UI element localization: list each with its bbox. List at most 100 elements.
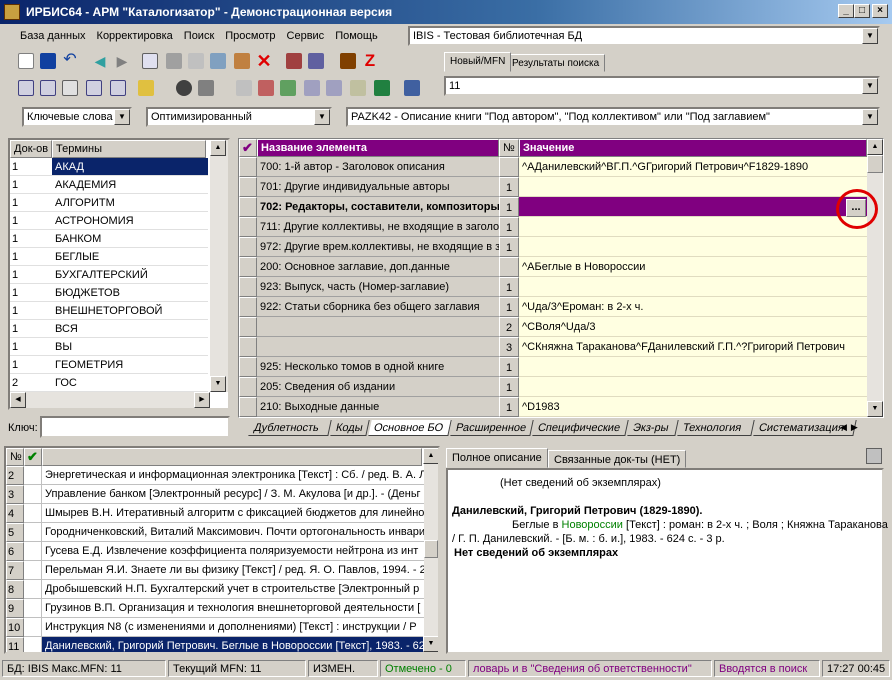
optimization-select[interactable]: Оптимизированный ▼ xyxy=(146,107,332,127)
collapse-arrows[interactable]: ◀▶ xyxy=(840,422,886,436)
scroll-up-icon[interactable]: ▲ xyxy=(867,139,883,155)
tab-editor-1[interactable]: Коды xyxy=(330,420,370,436)
report-icon[interactable] xyxy=(280,80,296,96)
tab-editor-5[interactable]: Экз-ры xyxy=(627,420,679,436)
scroll-thumb[interactable] xyxy=(424,540,438,558)
new-record-icon[interactable] xyxy=(18,53,34,69)
scroll-right-icon[interactable]: ▶ xyxy=(194,392,210,408)
result-checkbox[interactable] xyxy=(24,580,42,599)
dict-col-docs[interactable]: Док-ов xyxy=(10,140,52,158)
result-checkbox[interactable] xyxy=(24,599,42,618)
result-checkbox[interactable] xyxy=(24,618,42,637)
import-icon[interactable] xyxy=(286,53,302,69)
tab-editor-0[interactable]: Дублетность xyxy=(248,420,332,436)
save-icon[interactable] xyxy=(40,53,56,69)
field-value[interactable]: ^Uда/3^Eроман: в 2-х ч. xyxy=(519,297,867,317)
field-value[interactable] xyxy=(519,177,867,197)
database-select[interactable]: IBIS - Тестовая библиотечная БД ▼ xyxy=(408,26,880,46)
menu-database[interactable]: База данных xyxy=(20,30,86,42)
scroll-up-icon[interactable]: ▲ xyxy=(423,448,438,464)
print-icon[interactable] xyxy=(188,53,204,69)
print-form-icon[interactable] xyxy=(258,80,274,96)
minimize-button[interactable]: _ xyxy=(838,4,854,18)
field-name[interactable]: 972: Другие врем.коллективы, не входящие… xyxy=(257,237,499,257)
result-row[interactable]: 8 Дробышевский Н.П. Бухгалтерский учет в … xyxy=(6,580,424,599)
field-value[interactable] xyxy=(519,277,867,297)
results-scrollbar[interactable]: ▲ ▼ xyxy=(423,448,438,652)
result-checkbox[interactable] xyxy=(24,542,42,561)
field-value[interactable]: ^CКняжна Тараканова^FДанилевский Г.П.^?Г… xyxy=(519,337,867,357)
tab-editor-6[interactable]: Технология xyxy=(677,420,755,436)
chevron-down-icon[interactable]: ▼ xyxy=(862,28,878,44)
forward-icon[interactable]: ▶ xyxy=(114,53,130,69)
menu-search[interactable]: Поиск xyxy=(184,30,214,42)
result-row[interactable]: 9 Грузинов В.П. Организация и технология … xyxy=(6,599,424,618)
grid-icon[interactable] xyxy=(166,53,182,69)
comment-icon[interactable] xyxy=(18,80,34,96)
field-name[interactable]: 702: Редакторы, составители, композиторы xyxy=(257,197,499,217)
tab-new-mfn[interactable]: Новый/MFN xyxy=(444,52,512,72)
field-value[interactable]: ^AБеглые в Новороссии xyxy=(519,257,867,277)
dict-row[interactable]: 1 ВНЕШНЕТОРГОВОЙ xyxy=(10,302,208,320)
result-row[interactable]: 3 Управление банком [Электронный ресурс] … xyxy=(6,485,424,504)
field-name[interactable]: 711: Другие коллективы, не входящие в за… xyxy=(257,217,499,237)
doc-icon[interactable] xyxy=(350,80,366,96)
export-icon[interactable] xyxy=(308,53,324,69)
folder-icon[interactable] xyxy=(138,80,154,96)
mfn-select[interactable]: 11 ▼ xyxy=(444,76,880,96)
chevron-down-icon[interactable]: ▼ xyxy=(114,109,130,125)
chevron-down-icon[interactable]: ▼ xyxy=(862,78,878,94)
result-checkbox[interactable] xyxy=(24,504,42,523)
field-name[interactable]: 925: Несколько томов в одной книге xyxy=(257,357,499,377)
result-row[interactable]: 6 Гусева Е.Д. Извлечение коэффициента пол… xyxy=(6,542,424,561)
view-icon[interactable] xyxy=(176,80,192,96)
dict-hscrollbar[interactable]: ◀ ▶ xyxy=(10,392,210,408)
dict-row[interactable]: 2 ГОС xyxy=(10,374,208,392)
tab-editor-4[interactable]: Специфические xyxy=(532,420,629,436)
dict-row[interactable]: 1 БЕГЛЫЕ xyxy=(10,248,208,266)
chat-icon[interactable] xyxy=(40,80,56,96)
tab-search-results[interactable]: Результаты поиска xyxy=(506,54,606,72)
result-row[interactable]: 4 Шмырев В.Н. Итеративный алгоритм с фикс… xyxy=(6,504,424,523)
scroll-down-icon[interactable]: ▼ xyxy=(210,376,226,392)
z3950-icon[interactable]: Z xyxy=(362,51,378,70)
search-mode-select[interactable]: Ключевые слова ▼ xyxy=(22,107,132,127)
field-value[interactable] xyxy=(519,357,867,377)
field-name[interactable]: 200: Основное заглавие, доп.данные xyxy=(257,257,499,277)
menu-edit[interactable]: Корректировка xyxy=(97,30,173,42)
close-button[interactable]: × xyxy=(872,4,888,18)
scroll-down-icon[interactable]: ▼ xyxy=(423,636,438,652)
printer-icon[interactable] xyxy=(236,80,252,96)
result-checkbox[interactable] xyxy=(24,485,42,504)
reply-icon[interactable] xyxy=(110,80,126,96)
printer-icon[interactable] xyxy=(866,448,882,464)
preview-link[interactable]: Новороссии xyxy=(562,519,623,531)
field-name[interactable] xyxy=(257,317,499,337)
dict-row[interactable]: 1 БАНКОМ xyxy=(10,230,208,248)
result-checkbox[interactable] xyxy=(24,523,42,542)
result-row[interactable]: 7 Перельман Я.И. Знаете ли вы физику [Тек… xyxy=(6,561,424,580)
edit-icon[interactable] xyxy=(234,53,250,69)
tab-editor-3[interactable]: Расширенное xyxy=(450,420,534,436)
message-icon[interactable] xyxy=(86,80,102,96)
dict-row[interactable]: 1 ВСЯ xyxy=(10,320,208,338)
field-name[interactable]: 700: 1-й автор - Заголовок описания xyxy=(257,157,499,177)
result-row[interactable]: 10 Инструкция N8 (с изменениями и дополне… xyxy=(6,618,424,637)
field-value[interactable] xyxy=(519,237,867,257)
menu-view[interactable]: Просмотр xyxy=(225,30,275,42)
field-value[interactable] xyxy=(519,197,867,217)
scroll-down-icon[interactable]: ▼ xyxy=(867,401,883,417)
docs-icon[interactable] xyxy=(326,80,342,96)
dict-row[interactable]: 1 ВЫ xyxy=(10,338,208,356)
field-value[interactable] xyxy=(519,377,867,397)
tab-linked-docs[interactable]: Связанные док-ты (НЕТ) xyxy=(548,450,687,468)
result-checkbox[interactable] xyxy=(24,637,42,652)
tab-full-description[interactable]: Полное описание xyxy=(446,448,548,468)
settings-icon[interactable] xyxy=(404,80,420,96)
field-value[interactable]: ^CВоля^Uда/3 xyxy=(519,317,867,337)
field-name[interactable] xyxy=(257,337,499,357)
chevron-down-icon[interactable]: ▼ xyxy=(862,109,878,125)
field-value[interactable] xyxy=(519,217,867,237)
copy-icon[interactable] xyxy=(142,53,158,69)
dict-row[interactable]: 1 ГЕОМЕТРИЯ xyxy=(10,356,208,374)
